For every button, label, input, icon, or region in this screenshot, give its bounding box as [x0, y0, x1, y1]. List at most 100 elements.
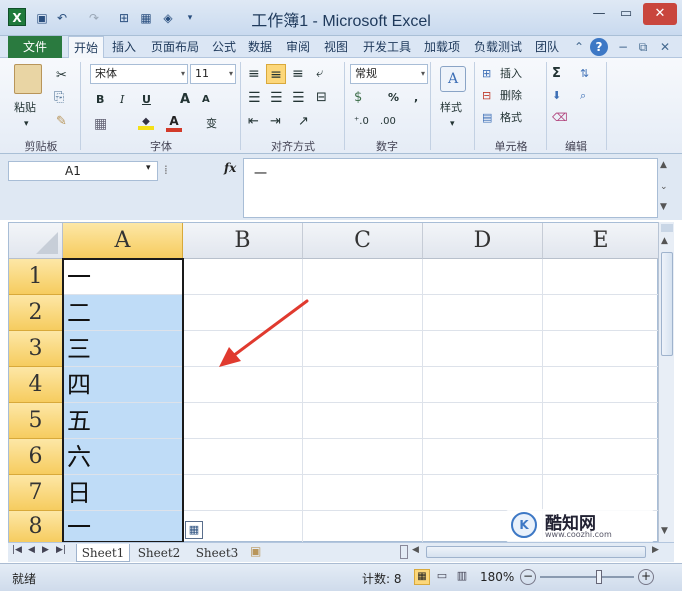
- vertical-scrollbar[interactable]: ▲ ▼: [658, 222, 674, 542]
- column-header-b[interactable]: B: [183, 223, 303, 259]
- zoom-slider[interactable]: [540, 576, 634, 578]
- tab-file[interactable]: 文件: [8, 36, 62, 58]
- sheet-next-icon[interactable]: ▶: [42, 545, 49, 555]
- autosum-button[interactable]: Σ: [552, 64, 561, 84]
- format-cells-icon[interactable]: ▤: [482, 108, 492, 128]
- sheet-tab-sheet1[interactable]: Sheet1: [76, 544, 130, 562]
- phonetic-button[interactable]: 变: [206, 114, 217, 134]
- format-painter-icon[interactable]: ✎: [56, 112, 67, 132]
- styles-icon[interactable]: A: [440, 66, 466, 92]
- formula-bar-handle-icon[interactable]: ⁞: [164, 163, 168, 177]
- formula-input[interactable]: 一: [243, 158, 658, 218]
- help-icon[interactable]: ?: [590, 38, 608, 56]
- tab-developer[interactable]: 开发工具: [358, 36, 416, 58]
- sheet-first-icon[interactable]: |◀: [12, 545, 22, 555]
- hscroll-right-icon[interactable]: ▶: [652, 545, 659, 555]
- font-size-combo[interactable]: 11 ▾: [190, 64, 236, 84]
- italic-button[interactable]: I: [120, 90, 124, 110]
- percent-button[interactable]: %: [388, 88, 399, 108]
- row-header-4[interactable]: 4: [9, 367, 63, 403]
- scroll-up-icon[interactable]: ▲: [661, 236, 668, 246]
- sheet-tab-sheet3[interactable]: Sheet3: [190, 544, 244, 562]
- find-select-icon[interactable]: ⌕: [580, 86, 586, 106]
- tab-home[interactable]: 开始: [68, 36, 104, 59]
- borders-icon[interactable]: ▦: [94, 114, 107, 134]
- formula-expand-icon[interactable]: ⌄: [660, 182, 668, 192]
- format-cells-button[interactable]: 格式: [500, 108, 522, 128]
- zoom-out-icon[interactable]: −: [520, 569, 536, 585]
- font-name-combo[interactable]: 宋体 ▾: [90, 64, 188, 84]
- zoom-in-icon[interactable]: +: [638, 569, 654, 585]
- align-bottom-icon[interactable]: ≡: [292, 64, 304, 84]
- grow-font-button[interactable]: A: [180, 90, 190, 110]
- align-top-icon[interactable]: ≡: [248, 64, 260, 84]
- insert-cells-icon[interactable]: ⊞: [482, 64, 491, 84]
- align-right-icon[interactable]: ☰: [292, 88, 305, 108]
- styles-dropdown-icon[interactable]: ▾: [450, 114, 455, 134]
- insert-sheet-icon[interactable]: ▣: [250, 544, 261, 558]
- sort-filter-icon[interactable]: ⇅: [580, 64, 589, 84]
- tab-load-test[interactable]: 负载测试: [470, 36, 526, 58]
- column-header-d[interactable]: D: [423, 223, 543, 259]
- paste-dropdown-icon[interactable]: ▾: [24, 114, 29, 134]
- increase-indent-icon[interactable]: ⇥: [270, 112, 281, 132]
- chevron-down-icon[interactable]: ▾: [146, 163, 151, 173]
- merge-center-icon[interactable]: ⊟: [316, 88, 327, 108]
- zoom-slider-thumb[interactable]: [596, 570, 602, 584]
- tab-formulas[interactable]: 公式: [208, 36, 240, 58]
- tab-view[interactable]: 视图: [320, 36, 352, 58]
- formula-expand-down-icon[interactable]: ▼: [660, 202, 667, 212]
- copy-icon[interactable]: ⎘: [54, 88, 64, 108]
- row-header-7[interactable]: 7: [9, 475, 63, 511]
- row-header-5[interactable]: 5: [9, 403, 63, 439]
- sheet-last-icon[interactable]: ▶|: [56, 545, 66, 555]
- cut-icon[interactable]: ✂: [56, 66, 67, 86]
- scroll-thumb[interactable]: [661, 252, 673, 356]
- close-button[interactable]: ✕: [643, 3, 677, 25]
- row-header-6[interactable]: 6: [9, 439, 63, 475]
- row-header-1[interactable]: 1: [9, 259, 63, 295]
- tab-insert[interactable]: 插入: [108, 36, 140, 58]
- wrap-text-icon[interactable]: ⤶: [316, 64, 323, 84]
- hscroll-thumb[interactable]: [426, 546, 646, 558]
- tab-split-handle[interactable]: [400, 545, 408, 559]
- increase-decimal-icon[interactable]: ⁺.0: [354, 112, 369, 132]
- zoom-level[interactable]: 180%: [480, 570, 514, 584]
- name-box[interactable]: A1: [8, 161, 158, 181]
- tab-addins[interactable]: 加载项: [420, 36, 464, 58]
- auto-fill-options-icon[interactable]: ▦: [185, 521, 203, 539]
- fill-color-icon[interactable]: ◆: [138, 116, 154, 130]
- align-left-icon[interactable]: ☰: [248, 88, 261, 108]
- normal-view-icon[interactable]: ▦: [414, 569, 430, 585]
- align-center-icon[interactable]: ☰: [270, 88, 283, 108]
- page-layout-view-icon[interactable]: ▭: [434, 569, 450, 585]
- maximize-button[interactable]: ▭: [613, 4, 639, 24]
- insert-cells-button[interactable]: 插入: [500, 64, 522, 84]
- column-header-e[interactable]: E: [543, 223, 659, 259]
- row-header-3[interactable]: 3: [9, 331, 63, 367]
- number-format-combo[interactable]: 常规 ▾: [350, 64, 428, 84]
- font-color-button[interactable]: A: [166, 114, 182, 132]
- currency-icon[interactable]: $: [354, 88, 362, 108]
- hscroll-left-icon[interactable]: ◀: [412, 545, 419, 555]
- tab-data[interactable]: 数据: [244, 36, 276, 58]
- minimize-button[interactable]: —: [586, 4, 612, 24]
- tab-team[interactable]: 团队: [532, 36, 562, 58]
- doc-close-icon[interactable]: ✕: [656, 38, 674, 56]
- decrease-indent-icon[interactable]: ⇤: [248, 112, 259, 132]
- scroll-down-icon[interactable]: ▼: [661, 526, 668, 536]
- orientation-icon[interactable]: ↗: [298, 112, 309, 132]
- formula-expand-up-icon[interactable]: ▲: [660, 160, 667, 170]
- worksheet-grid[interactable]: A B C D E 1 2 3 4 5 6 7 8 一 二 三 四 五 六 日 …: [8, 222, 659, 543]
- delete-cells-button[interactable]: 删除: [500, 86, 522, 106]
- tab-page-layout[interactable]: 页面布局: [146, 36, 204, 58]
- doc-restore-icon[interactable]: ⧉: [634, 38, 652, 56]
- comma-button[interactable]: ,: [414, 88, 418, 108]
- paste-icon[interactable]: [14, 64, 42, 94]
- underline-button[interactable]: U: [142, 90, 151, 110]
- sheet-tab-sheet2[interactable]: Sheet2: [132, 544, 186, 562]
- align-middle-icon[interactable]: ≡: [266, 64, 286, 84]
- column-header-c[interactable]: C: [303, 223, 423, 259]
- page-break-view-icon[interactable]: ▥: [454, 569, 470, 585]
- delete-cells-icon[interactable]: ⊟: [482, 86, 491, 106]
